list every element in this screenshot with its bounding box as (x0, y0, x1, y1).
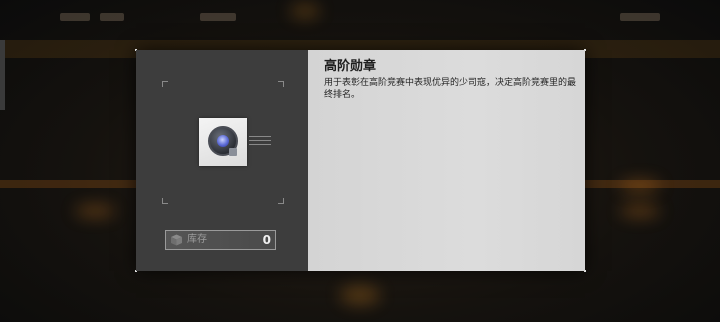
item-info-panel: 高阶勋章 用于表彰在高阶竞赛中表现优异的少司寇，决定高阶竞赛里的最终排名。 (308, 50, 585, 271)
frame-corner (278, 81, 284, 87)
inventory-count: 0 (262, 233, 271, 247)
frame-corner (278, 198, 284, 204)
item-description: 用于表彰在高阶竞赛中表现优异的少司寇，决定高阶竞赛里的最终排名。 (324, 78, 577, 100)
item-title: 高阶勋章 (324, 59, 377, 74)
background-menu-item (620, 13, 660, 21)
medal-tag-icon (229, 148, 237, 156)
item-card-decoration (249, 136, 271, 148)
background-glow-left (75, 205, 115, 217)
background-glow-right (620, 180, 660, 192)
item-detail-dialog[interactable]: 库存 0 高阶勋章 用于表彰在高阶竞赛中表现优异的少司寇，决定高阶竞赛里的最终排… (135, 49, 586, 272)
background-menu-item (60, 13, 90, 21)
item-preview-panel: 库存 0 (136, 50, 308, 271)
item-card[interactable] (199, 118, 247, 166)
background-glow-right-2 (620, 205, 660, 217)
frame-corner (162, 198, 168, 204)
background-menu-item (200, 13, 236, 21)
background-glow-bottom (340, 285, 380, 305)
medal-core (217, 135, 229, 147)
background-menu-item (100, 13, 124, 21)
inventory-box: 库存 0 (165, 230, 276, 250)
inventory-label: 库存 (187, 234, 207, 245)
frame-corner (162, 81, 168, 87)
background-side-bar (0, 40, 5, 110)
box-icon (171, 234, 182, 246)
background-glow (290, 4, 320, 18)
